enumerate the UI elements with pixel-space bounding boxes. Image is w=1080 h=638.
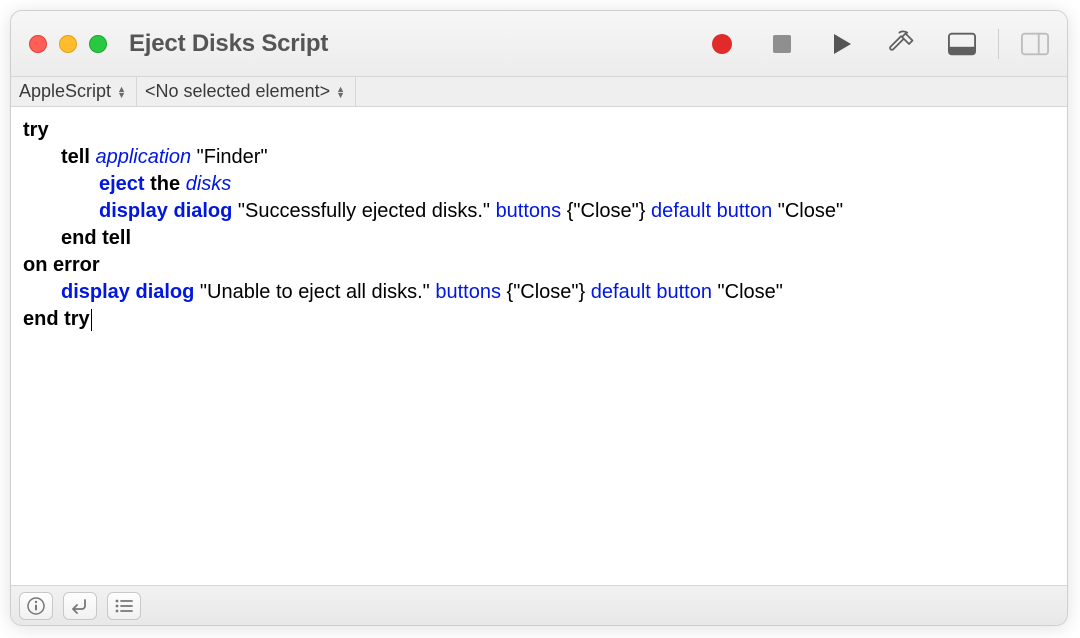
code-token: "Successfully ejected disks." xyxy=(232,200,495,222)
code-token: on error xyxy=(23,254,100,276)
result-view-button[interactable] xyxy=(63,592,97,620)
titlebar: Eject Disks Script xyxy=(11,11,1067,77)
code-editor[interactable]: try tell application "Finder" eject the … xyxy=(11,107,1067,585)
text-cursor xyxy=(91,309,92,331)
code-token: buttons xyxy=(435,281,501,303)
code-token: default button xyxy=(591,281,712,303)
compile-button[interactable] xyxy=(888,30,916,58)
code-token: display dialog xyxy=(61,281,194,303)
info-icon xyxy=(27,597,45,615)
record-icon xyxy=(712,34,732,54)
hammer-icon xyxy=(888,29,916,59)
chevron-updown-icon: ▲▼ xyxy=(117,86,126,98)
code-token: {"Close"} xyxy=(561,200,651,222)
toolbar xyxy=(708,29,1049,59)
chevron-updown-icon: ▲▼ xyxy=(336,86,345,98)
stop-button[interactable] xyxy=(768,30,796,58)
status-bar xyxy=(11,585,1067,625)
toolbar-divider xyxy=(998,29,999,59)
code-token: "Close" xyxy=(712,281,783,303)
code-token: "Close" xyxy=(772,200,843,222)
language-selector[interactable]: AppleScript ▲▼ xyxy=(11,77,137,106)
element-selector[interactable]: <No selected element> ▲▼ xyxy=(137,77,356,106)
list-icon xyxy=(114,598,134,614)
zoom-window-button[interactable] xyxy=(89,35,107,53)
code-token: try xyxy=(23,119,49,141)
close-window-button[interactable] xyxy=(29,35,47,53)
navigation-bar: AppleScript ▲▼ <No selected element> ▲▼ xyxy=(11,77,1067,107)
log-view-button[interactable] xyxy=(107,592,141,620)
return-icon xyxy=(70,598,90,614)
window-controls xyxy=(29,35,107,53)
show-panels-button[interactable] xyxy=(948,30,976,58)
code-token: disks xyxy=(186,173,232,195)
bottom-panel-icon xyxy=(948,32,976,56)
stop-icon xyxy=(772,34,792,54)
description-view-button[interactable] xyxy=(19,592,53,620)
code-token: application xyxy=(95,146,191,168)
code-token: "Unable to eject all disks." xyxy=(194,281,435,303)
code-token: end tell xyxy=(61,227,131,249)
play-icon xyxy=(831,32,853,56)
code-token: tell xyxy=(61,146,90,168)
show-sidebar-button[interactable] xyxy=(1021,30,1049,58)
right-panel-icon xyxy=(1021,32,1049,56)
code-token: eject xyxy=(99,173,145,195)
language-label: AppleScript xyxy=(19,81,111,102)
code-token: end try xyxy=(23,308,90,330)
window-title: Eject Disks Script xyxy=(129,30,328,58)
code-token: the xyxy=(145,173,186,195)
code-token: "Finder" xyxy=(191,146,267,168)
minimize-window-button[interactable] xyxy=(59,35,77,53)
record-button[interactable] xyxy=(708,30,736,58)
code-token: buttons xyxy=(496,200,562,222)
code-token: {"Close"} xyxy=(501,281,591,303)
element-label: <No selected element> xyxy=(145,81,330,102)
code-token: default button xyxy=(651,200,772,222)
run-button[interactable] xyxy=(828,30,856,58)
script-editor-window: Eject Disks Script xyxy=(10,10,1068,626)
code-token: display dialog xyxy=(99,200,232,222)
